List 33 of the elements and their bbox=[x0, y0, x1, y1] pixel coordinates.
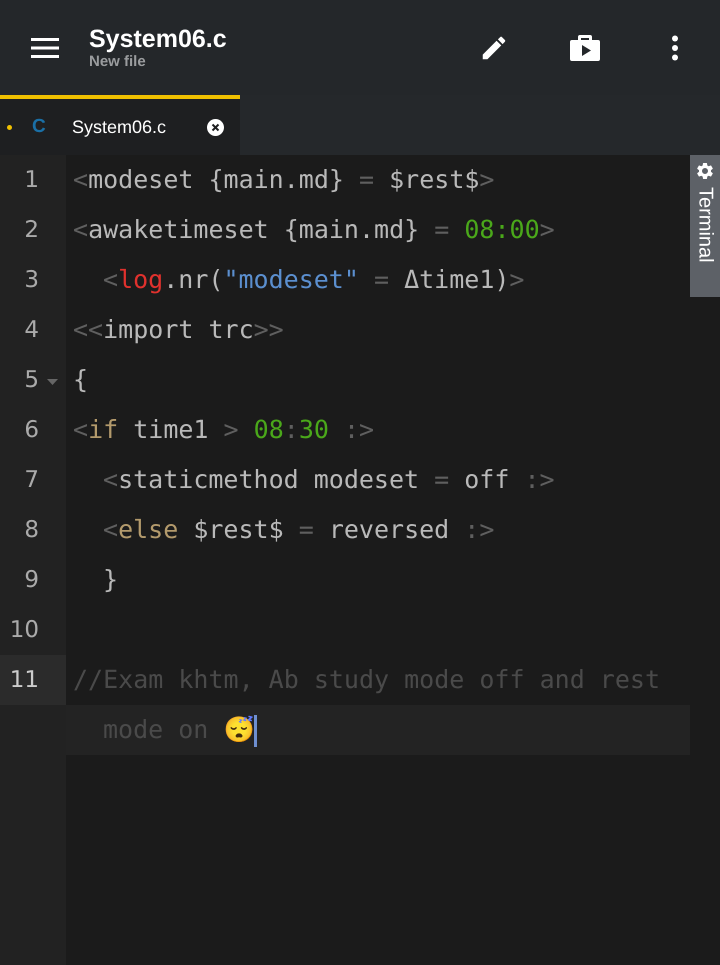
settings-icon[interactable] bbox=[695, 161, 715, 181]
language-label: C bbox=[32, 116, 47, 138]
line-number: 1 bbox=[24, 167, 39, 193]
text-cursor bbox=[254, 715, 258, 748]
line-number: 9 bbox=[24, 567, 39, 593]
code-line: <if time1 > 08:30 :> bbox=[72, 414, 376, 446]
code-line: } bbox=[102, 564, 120, 596]
terminal-side-tab[interactable]: Terminal bbox=[690, 155, 720, 297]
fold-arrow-icon[interactable] bbox=[47, 379, 58, 385]
line-number: 8 bbox=[24, 517, 39, 543]
menu-icon[interactable] bbox=[31, 38, 59, 58]
line-number: 11 bbox=[10, 667, 39, 693]
tab-label: System06.c bbox=[72, 116, 168, 138]
close-icon[interactable] bbox=[207, 118, 224, 136]
file-subtitle: New file bbox=[89, 52, 147, 70]
code-line: { bbox=[72, 364, 90, 396]
more-options-icon[interactable] bbox=[671, 34, 679, 60]
code-line: <<import trc>> bbox=[72, 314, 285, 346]
line-number: 2 bbox=[24, 217, 39, 243]
code-line: <staticmethod modeset = off :> bbox=[102, 464, 556, 496]
code-line: <else $rest$ = reversed :> bbox=[102, 514, 496, 546]
line-number: 6 bbox=[24, 417, 39, 443]
file-tab[interactable]: C System06.c bbox=[0, 95, 240, 155]
line-number: 5 bbox=[24, 367, 39, 393]
line-number: 4 bbox=[24, 317, 39, 343]
line-number: 10 bbox=[10, 617, 39, 643]
code-line: <log.nr("modeset" = Δtime1)> bbox=[102, 264, 526, 296]
code-line: <modeset {main.md} = $rest$> bbox=[72, 164, 496, 196]
code-line: <awaketimeset {main.md} = 08:00> bbox=[72, 214, 556, 246]
play-briefcase-icon[interactable] bbox=[569, 32, 601, 62]
line-number: 7 bbox=[24, 467, 39, 493]
line-number: 3 bbox=[24, 267, 39, 293]
file-title: System06.c bbox=[89, 24, 228, 52]
